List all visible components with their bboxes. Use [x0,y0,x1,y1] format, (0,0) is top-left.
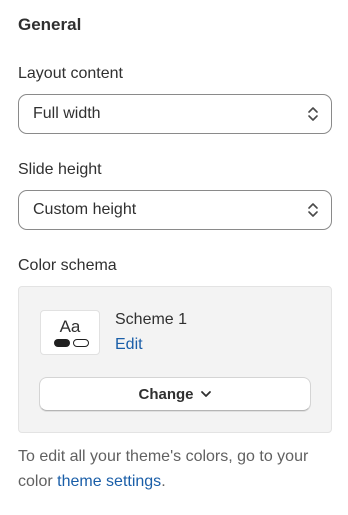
slide-height-value: Custom height [33,201,137,218]
scheme-edit-link[interactable]: Edit [115,336,143,354]
layout-content-label: Layout content [18,65,123,82]
theme-settings-link[interactable]: theme settings [57,473,161,490]
secondary-button-swatch [73,339,89,347]
slide-height-select[interactable]: Custom height [18,190,332,230]
color-scheme-card: Aa Scheme 1 Edit Change [18,286,332,433]
chevron-up-down-icon [307,201,319,219]
section-title: General [18,15,82,34]
primary-button-swatch [54,339,70,347]
chevron-down-icon [200,388,212,400]
help-text-end: . [161,473,166,490]
color-schema-label: Color schema [18,257,117,274]
theme-colors-help-text: To edit all your theme's colors, go to y… [18,444,330,494]
chevron-up-down-icon [307,105,319,123]
change-button-label: Change [138,385,194,403]
change-scheme-button[interactable]: Change [39,377,311,411]
scheme-preview-text: Aa [59,317,81,336]
slide-height-label: Slide height [18,161,102,178]
layout-content-value: Full width [33,105,101,122]
layout-content-select[interactable]: Full width [18,94,332,134]
scheme-name: Scheme 1 [115,311,188,328]
scheme-preview-swatch: Aa [40,310,100,355]
